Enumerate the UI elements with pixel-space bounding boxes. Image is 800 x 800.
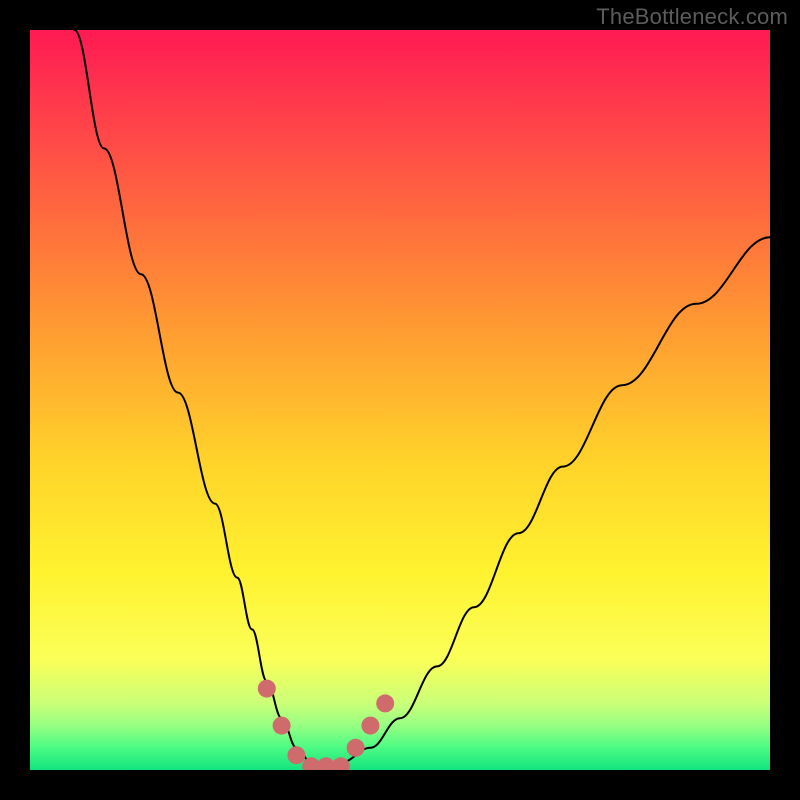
- marker-dot: [273, 717, 291, 735]
- curve-layer: [30, 30, 770, 770]
- bottom-markers: [258, 680, 394, 770]
- chart-frame: TheBottleneck.com: [0, 0, 800, 800]
- marker-dot: [332, 757, 350, 770]
- marker-dot: [361, 717, 379, 735]
- watermark-text: TheBottleneck.com: [596, 4, 788, 30]
- plot-area: [30, 30, 770, 770]
- marker-dot: [258, 680, 276, 698]
- marker-dot: [376, 694, 394, 712]
- marker-dot: [347, 739, 365, 757]
- bottleneck-curve: [74, 30, 770, 766]
- marker-dot: [287, 746, 305, 764]
